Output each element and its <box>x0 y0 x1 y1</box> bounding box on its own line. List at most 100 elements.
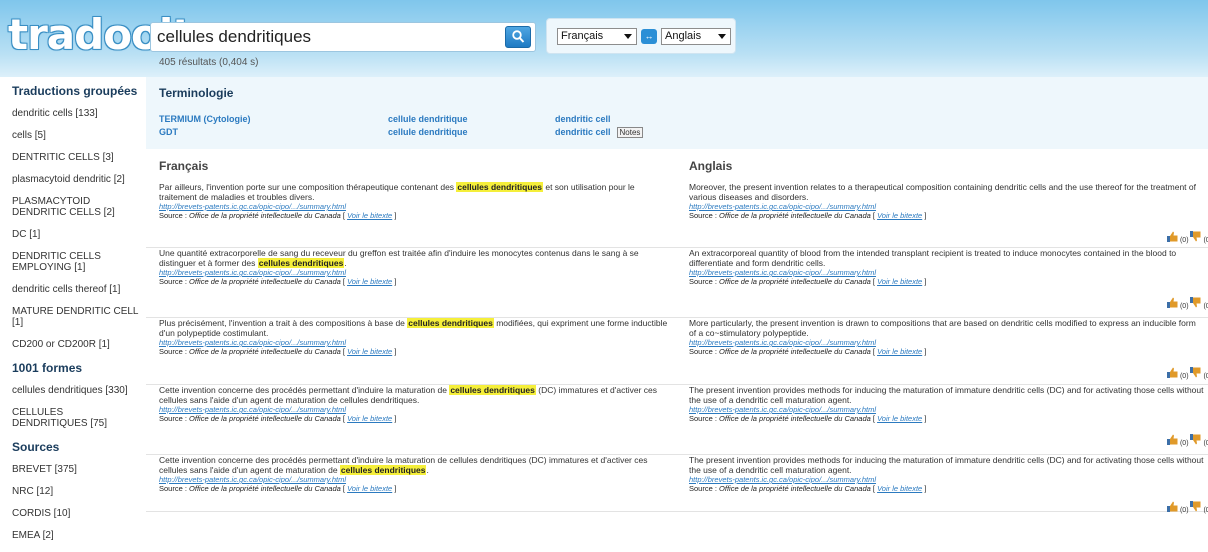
result-row: Une quantité extracorporelle de sang du … <box>146 248 1208 318</box>
sidebar-group-item[interactable]: CD200 or CD200R [1] <box>12 339 140 350</box>
swap-languages-button[interactable]: ↔ <box>641 29 657 44</box>
source-url-link[interactable]: http://brevets-patents.ic.gc.ca/opic-cip… <box>689 405 1204 414</box>
search-highlight: cellules dendritiques <box>456 182 543 192</box>
segment-text: More particularly, the present invention… <box>689 318 1196 338</box>
sidebar-group-item[interactable]: PLASMACYTOID DENDRITIC CELLS [2] <box>12 196 140 218</box>
thumbs-up-icon[interactable] <box>1167 434 1178 449</box>
search-box <box>150 22 536 52</box>
source-url-link[interactable]: http://brevets-patents.ic.gc.ca/opic-cip… <box>689 338 1204 347</box>
source-url-link[interactable]: http://brevets-patents.ic.gc.ca/opic-cip… <box>159 268 669 277</box>
source-label: Source : <box>159 414 187 423</box>
sidebar-source-item[interactable]: BREVET [375] <box>12 464 140 475</box>
thumbs-down-icon[interactable] <box>1190 297 1201 312</box>
term-fr-link[interactable]: cellule dendritique <box>388 114 468 124</box>
search-icon <box>512 30 525 43</box>
target-language-value: Anglais <box>665 30 702 42</box>
vote-controls: (0) (0) <box>1167 434 1208 449</box>
thumbs-down-icon[interactable] <box>1190 231 1201 246</box>
thumbs-down-icon[interactable] <box>1190 501 1201 516</box>
downvote-count: (0) <box>1203 303 1208 310</box>
sidebar-source-item[interactable]: NRC [12] <box>12 486 140 497</box>
source-label: Source : <box>689 484 717 493</box>
sidebar-group-item[interactable]: dendritic cells [133] <box>12 108 140 119</box>
sidebar-form-item[interactable]: CELLULES DENDRITIQUES [75] <box>12 407 140 429</box>
source-label: Source : <box>689 414 717 423</box>
sidebar-group-item[interactable]: DENTRITIC CELLS [3] <box>12 152 140 163</box>
downvote-count: (0) <box>1203 237 1208 244</box>
thumbs-up-icon[interactable] <box>1167 297 1178 312</box>
view-bitext-link[interactable]: Voir le bitexte <box>347 484 392 493</box>
sources-title: Sources <box>12 440 60 454</box>
vote-controls: (0) (0) <box>1167 367 1208 382</box>
segment-text: . <box>344 258 347 268</box>
view-bitext-link[interactable]: Voir le bitexte <box>347 414 392 423</box>
source-line: Source : Office de la propriété intellec… <box>159 484 397 493</box>
source-url-link[interactable]: http://brevets-patents.ic.gc.ca/opic-cip… <box>159 475 669 484</box>
search-input[interactable] <box>157 26 497 48</box>
view-bitext-link[interactable]: Voir le bitexte <box>347 211 392 220</box>
source-line: Source : Office de la propriété intellec… <box>159 211 397 220</box>
sidebar-source-item[interactable]: CORDIS [10] <box>12 508 140 519</box>
grouped-translations-title: Traductions groupées <box>12 84 138 98</box>
view-bitext-link[interactable]: Voir le bitexte <box>877 414 922 423</box>
source-url-link[interactable]: http://brevets-patents.ic.gc.ca/opic-cip… <box>689 475 1204 484</box>
view-bitext-link[interactable]: Voir le bitexte <box>877 277 922 286</box>
source-name: Office de la propriété intellectuelle du… <box>719 414 871 423</box>
term-en-link[interactable]: dendritic cell Notes <box>555 127 644 138</box>
term-fr-link[interactable]: cellule dendritique <box>388 127 468 137</box>
view-bitext-link[interactable]: Voir le bitexte <box>347 277 392 286</box>
source-language-select[interactable]: Français <box>557 28 637 45</box>
english-column-heading: Anglais <box>689 159 733 173</box>
source-line: Source : Office de la propriété intellec… <box>159 347 397 356</box>
source-url-link[interactable]: http://brevets-patents.ic.gc.ca/opic-cip… <box>689 202 1204 211</box>
sidebar-source-item[interactable]: EMEA [2] <box>12 530 140 541</box>
sidebar-group-item[interactable]: dendritic cells thereof [1] <box>12 284 140 295</box>
term-source-link[interactable]: GDT <box>159 127 178 137</box>
upvote-count: (0) <box>1179 237 1189 244</box>
source-url-link[interactable]: http://brevets-patents.ic.gc.ca/opic-cip… <box>159 405 669 414</box>
header-bar: tradooit Français ↔ Anglais 405 résultat… <box>0 0 1208 77</box>
source-url-link[interactable]: http://brevets-patents.ic.gc.ca/opic-cip… <box>159 338 669 347</box>
sidebar-group-item[interactable]: cells [5] <box>12 130 140 141</box>
vote-controls: (0) (0) <box>1167 501 1208 516</box>
sidebar-group-item[interactable]: plasmacytoid dendritic [2] <box>12 174 140 185</box>
source-url-link[interactable]: http://brevets-patents.ic.gc.ca/opic-cip… <box>159 202 669 211</box>
french-segment: Cette invention concerne des procédés pe… <box>159 455 669 494</box>
search-button[interactable] <box>505 26 531 48</box>
thumbs-up-icon[interactable] <box>1167 501 1178 516</box>
thumbs-up-icon[interactable] <box>1167 231 1178 246</box>
view-bitext-link[interactable]: Voir le bitexte <box>877 347 922 356</box>
notes-button[interactable]: Notes <box>616 127 644 138</box>
thumbs-down-icon[interactable] <box>1190 434 1201 449</box>
sidebar-group-item[interactable]: DENDRITIC CELLS EMPLOYING [1] <box>12 251 140 273</box>
sidebar-form-item[interactable]: cellules dendritiques [330] <box>12 385 140 396</box>
french-segment: Cette invention concerne des procédés pe… <box>159 385 669 424</box>
term-en-link[interactable]: dendritic cell <box>555 114 611 124</box>
upvote-count: (0) <box>1179 440 1189 447</box>
english-segment: More particularly, the present invention… <box>689 318 1208 380</box>
view-bitext-link[interactable]: Voir le bitexte <box>347 347 392 356</box>
thumbs-down-icon[interactable] <box>1190 367 1201 382</box>
view-bitext-link[interactable]: Voir le bitexte <box>877 211 922 220</box>
search-highlight: cellules dendritiques <box>449 385 536 395</box>
grouped-translations-list: dendritic cells [133] cells [5] DENTRITIC … <box>12 108 140 350</box>
source-name: Office de la propriété intellectuelle du… <box>189 347 341 356</box>
result-row: Cette invention concerne des procédés pe… <box>146 385 1208 455</box>
thumbs-up-icon[interactable] <box>1167 367 1178 382</box>
source-line: Source : Office de la propriété intellec… <box>689 347 927 356</box>
source-url-link[interactable]: http://brevets-patents.ic.gc.ca/opic-cip… <box>689 268 1204 277</box>
segment-text: The present invention provides methods f… <box>689 385 1204 405</box>
french-segment: Par ailleurs, l'invention porte sur une … <box>159 182 669 221</box>
source-name: Office de la propriété intellectuelle du… <box>189 414 341 423</box>
english-segment: The present invention provides methods f… <box>689 455 1208 514</box>
segment-text: Moreover, the present invention relates … <box>689 182 1196 202</box>
view-bitext-link[interactable]: Voir le bitexte <box>877 484 922 493</box>
term-source-link[interactable]: TERMIUM (Cytologie) <box>159 114 251 124</box>
target-language-select[interactable]: Anglais <box>661 28 731 45</box>
source-name: Office de la propriété intellectuelle du… <box>719 277 871 286</box>
source-label: Source : <box>689 347 717 356</box>
result-row: Cette invention concerne des procédés pe… <box>146 455 1208 514</box>
sidebar-group-item[interactable]: DC [1] <box>12 229 140 240</box>
french-segment: Plus précisément, l'invention a trait à … <box>159 318 669 357</box>
sidebar-group-item[interactable]: MATURE DENDRITIC CELL [1] <box>12 306 140 328</box>
